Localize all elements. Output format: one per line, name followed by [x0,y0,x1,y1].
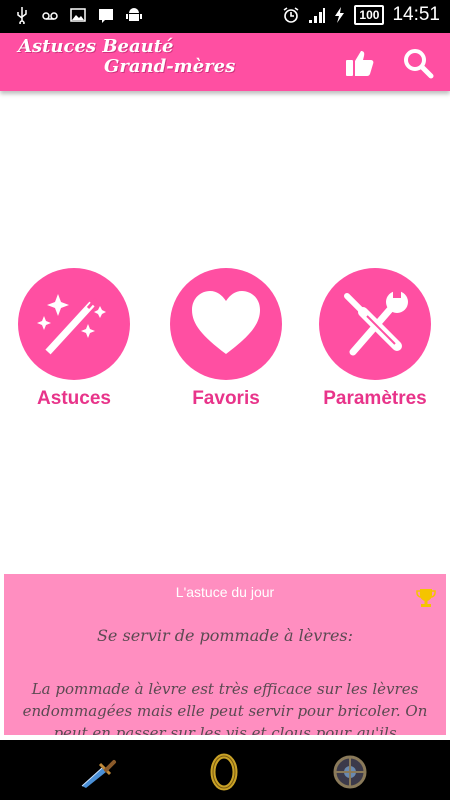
tip-body: La pommade à lèvre est très efficace sur… [22,680,428,735]
dagger-icon [81,760,116,788]
shield-icon [333,755,367,789]
clock: 14:51 [392,4,440,25]
tile-favoris-circle [170,268,282,380]
app-title-line1: Astuces Beauté [18,36,174,57]
bottom-item-ring[interactable] [204,752,244,792]
like-button[interactable] [343,46,377,80]
tip-header: L'astuce du jour [175,584,275,600]
tile-parametres[interactable]: Paramètres [310,268,440,410]
search-icon [404,49,434,79]
battery-level: 100 [354,5,385,25]
status-notifications [14,6,142,24]
status-system: 100 14:51 [282,4,440,26]
tile-favoris[interactable]: Favoris [161,268,291,410]
status-bar: 100 14:51 [0,0,450,33]
tip-of-the-day-card[interactable]: L'astuce du jour Se servir de pommade à … [4,574,446,735]
magic-wand-icon [37,294,106,355]
alarm-icon [283,7,299,23]
image-icon [70,8,86,22]
ring-icon [210,753,238,791]
tile-astuces-label: Astuces [37,388,111,409]
bottom-item-shield[interactable] [330,752,370,792]
tip-title: Se servir de pommade à lèvres: [96,626,354,645]
app-title-line2: Grand-mères [104,56,236,77]
heart-icon [192,291,260,354]
usb-icon [17,7,27,24]
tile-parametres-label: Paramètres [323,388,427,409]
bottom-item-dagger[interactable] [78,752,118,792]
tile-astuces-circle [18,268,130,380]
signal-icon [309,8,326,23]
main-menu: Astuces Favoris Paramètres [0,268,450,410]
notification-icon [99,9,113,23]
thumbs-up-icon [346,51,374,76]
charging-icon [335,7,345,23]
tile-astuces[interactable]: Astuces [9,268,139,410]
app-bar: Astuces Beauté Grand-mères [0,33,450,91]
bottom-bar [0,740,450,800]
tile-favoris-label: Favoris [192,388,260,409]
trophy-icon[interactable] [416,587,436,609]
voicemail-icon [42,12,58,20]
tile-parametres-circle [319,268,431,380]
app-title: Astuces Beauté Grand-mères [18,37,235,77]
tools-icon [344,288,408,356]
android-icon [126,8,142,21]
search-button[interactable] [401,46,435,80]
